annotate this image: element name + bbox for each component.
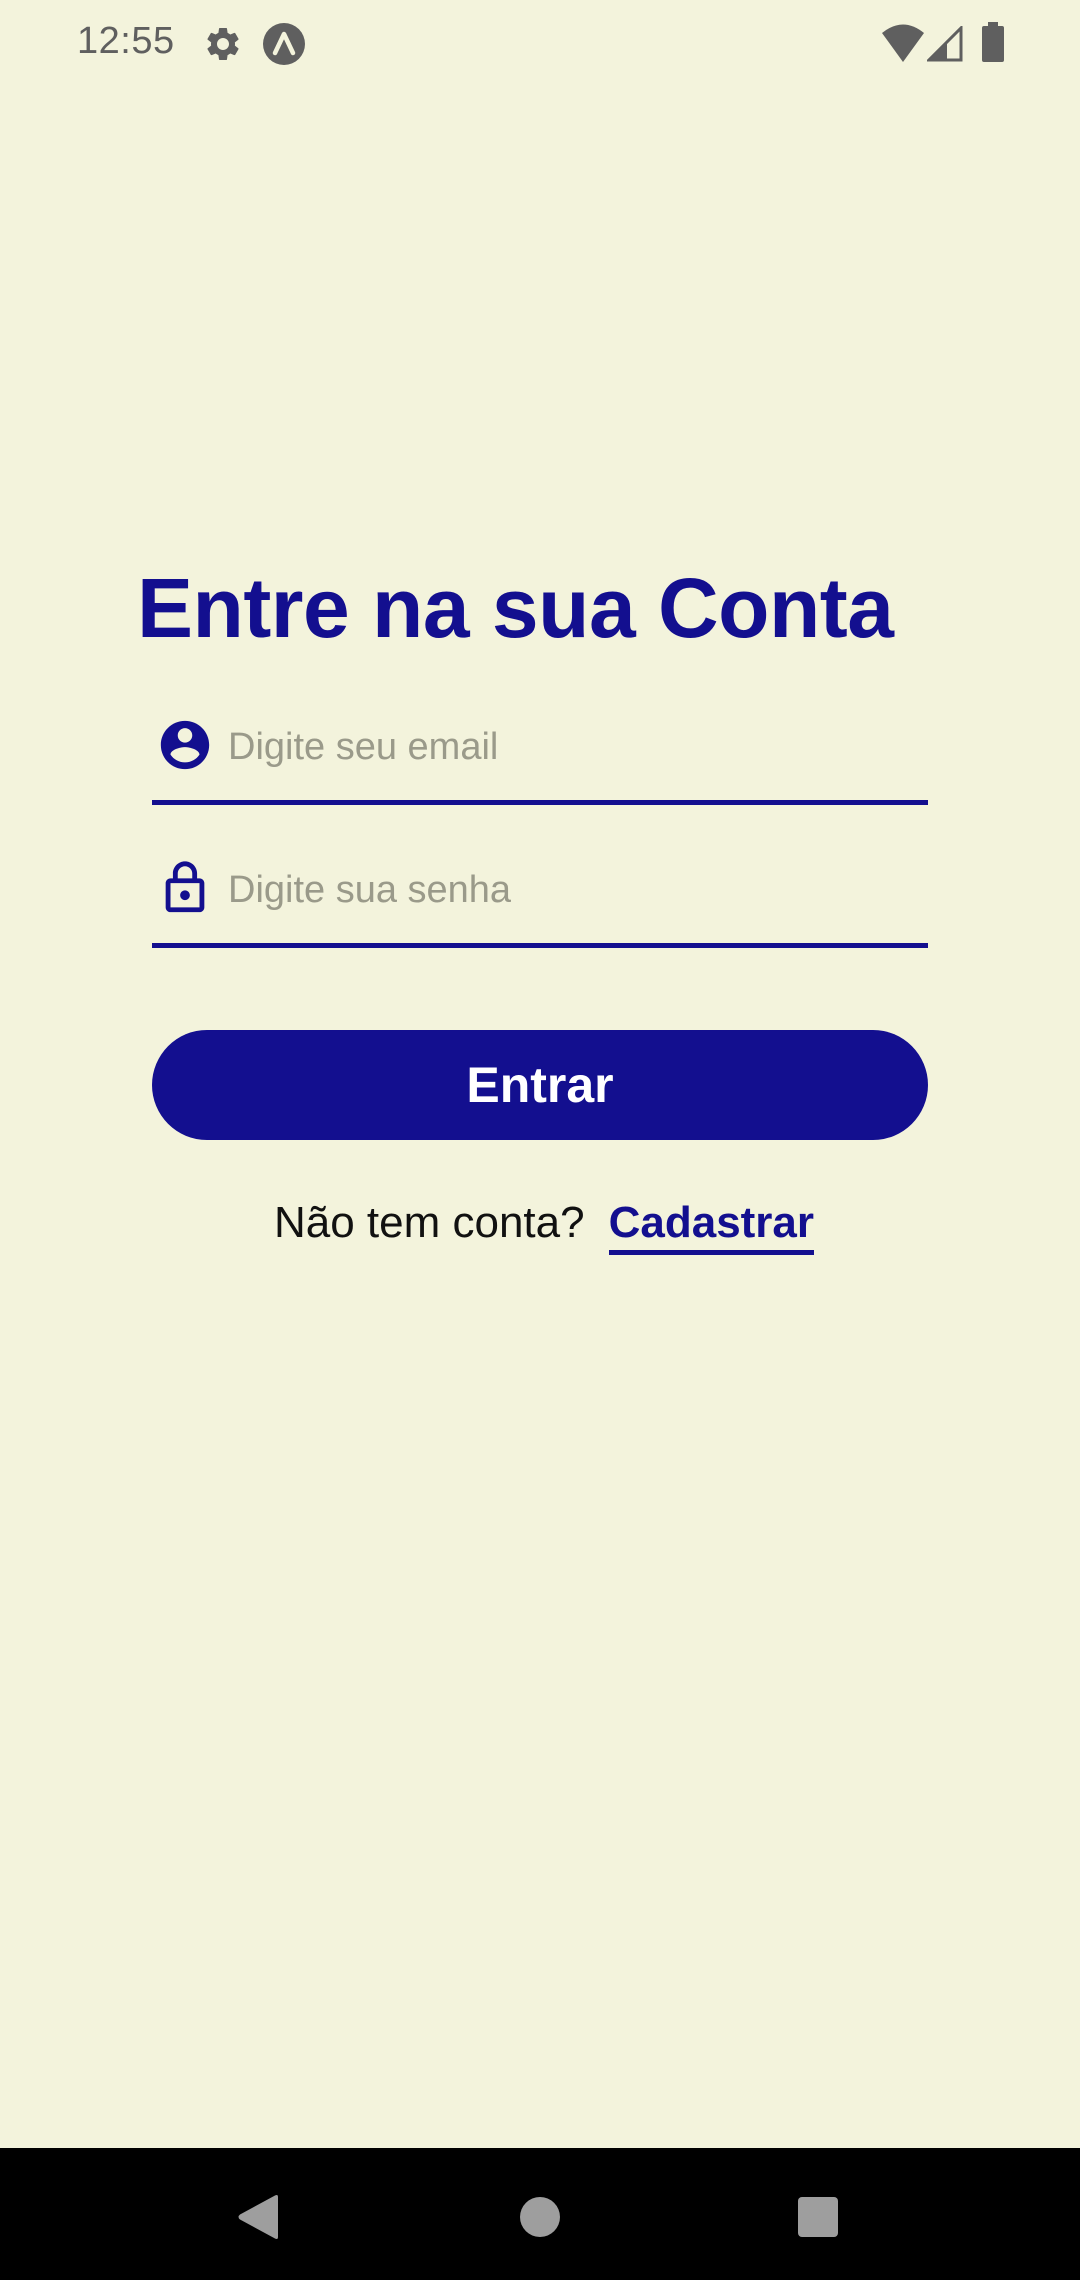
status-time: 12:55: [77, 20, 175, 62]
status-bar: 12:55: [0, 0, 1080, 90]
signup-prompt: Não tem conta?: [273, 1198, 585, 1247]
back-icon[interactable]: [236, 2194, 280, 2240]
signal-icon: [927, 26, 963, 62]
password-input[interactable]: [228, 855, 918, 925]
account-circle-icon: [160, 720, 210, 770]
a-circle-icon: [263, 23, 305, 65]
email-input[interactable]: [228, 712, 918, 782]
signup-link[interactable]: Cadastrar: [608, 1198, 815, 1255]
wifi-icon: [882, 24, 924, 62]
recents-icon[interactable]: [797, 2196, 839, 2238]
signup-row: Não tem conta? Cadastrar: [0, 1198, 1080, 1255]
email-field[interactable]: [152, 712, 928, 805]
battery-icon: [982, 22, 1004, 62]
gear-icon: [207, 27, 239, 60]
lock-icon: [165, 861, 205, 913]
password-field[interactable]: [152, 855, 928, 948]
page-title: Entre na sua Conta: [137, 561, 894, 655]
login-button[interactable]: Entrar: [152, 1030, 928, 1140]
home-icon[interactable]: [519, 2196, 561, 2238]
navigation-bar: [0, 2148, 1080, 2280]
